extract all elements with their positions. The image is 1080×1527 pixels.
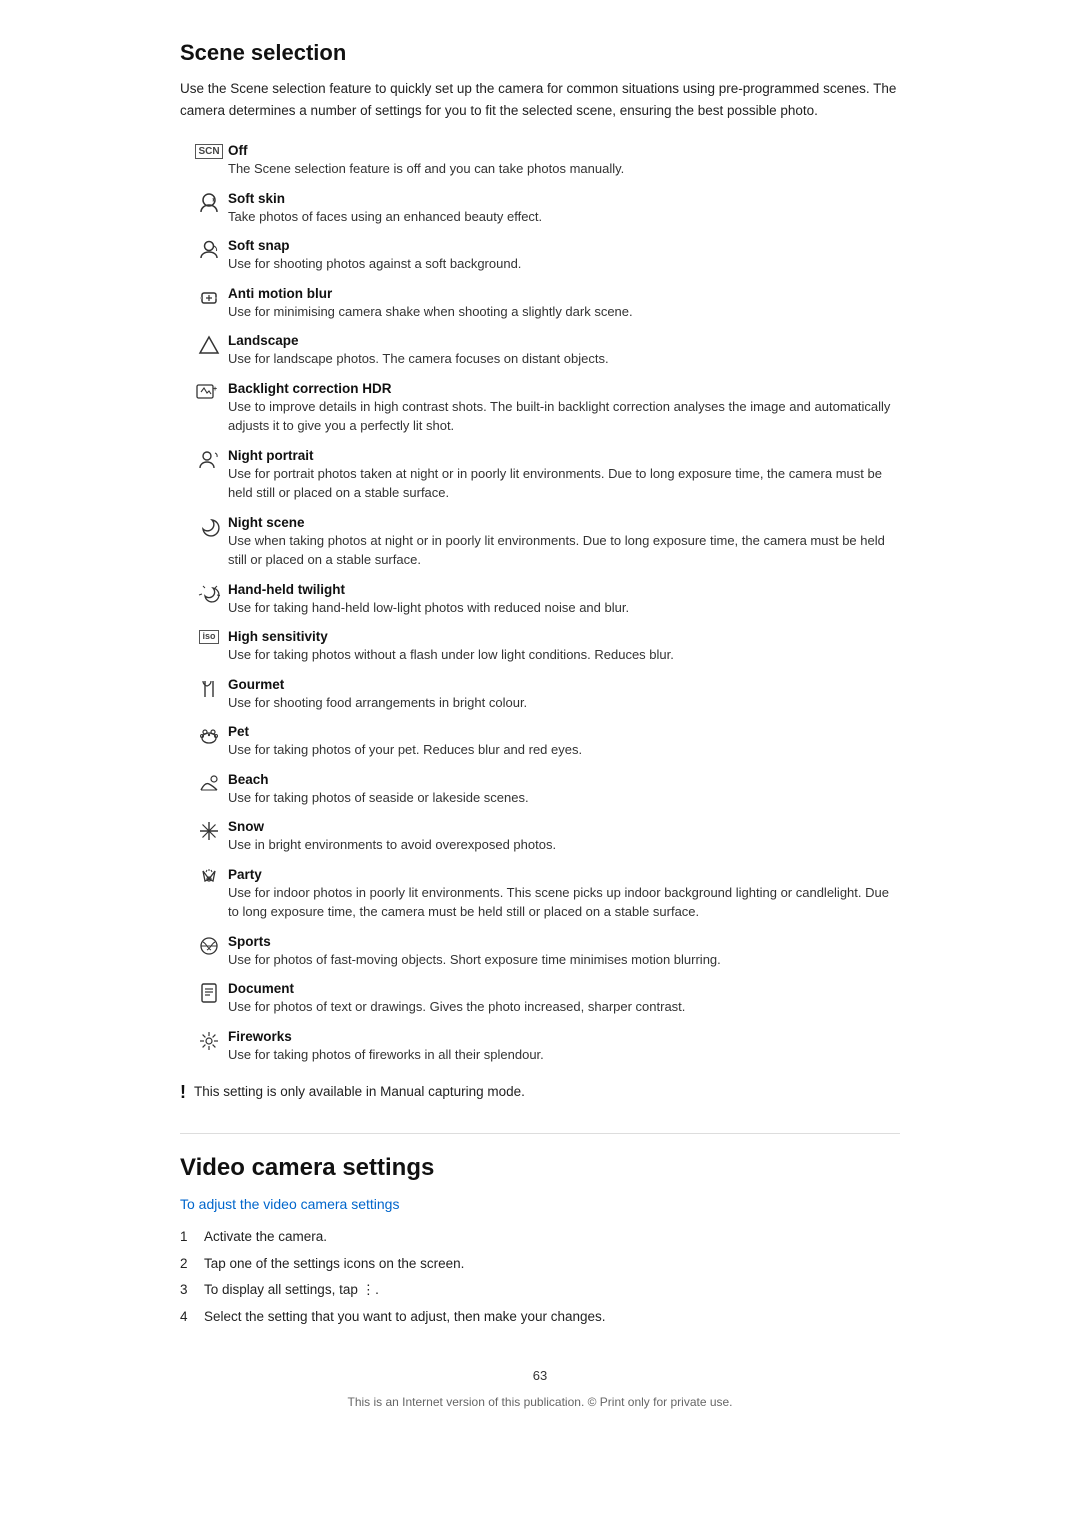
pet-icon xyxy=(190,724,228,747)
scene-item-iso: iso High sensitivity Use for taking phot… xyxy=(190,629,900,665)
scene-desc-pet: Use for taking photos of your pet. Reduc… xyxy=(228,740,900,760)
scene-name-iso: High sensitivity xyxy=(228,629,900,644)
step-number-1: 1 xyxy=(180,1226,196,1248)
page-number: 63 xyxy=(180,1368,900,1383)
note-icon: ! xyxy=(180,1082,186,1103)
step-2: 2 Tap one of the settings icons on the s… xyxy=(180,1253,900,1275)
step-4: 4 Select the setting that you want to ad… xyxy=(180,1306,900,1328)
scene-name-gourmet: Gourmet xyxy=(228,677,900,692)
step-number-2: 2 xyxy=(180,1253,196,1275)
scene-desc-off: The Scene selection feature is off and y… xyxy=(228,159,900,179)
scene-item-snow: Snow Use in bright environments to avoid… xyxy=(190,819,900,855)
scene-desc-party: Use for indoor photos in poorly lit envi… xyxy=(228,883,900,922)
scene-name-twilight: Hand-held twilight xyxy=(228,582,900,597)
note-row: ! This setting is only available in Manu… xyxy=(180,1082,900,1103)
scene-name-hdr: Backlight correction HDR xyxy=(228,381,900,396)
nightportrait-icon xyxy=(190,448,228,471)
antiblur-icon xyxy=(190,286,228,309)
scene-desc-softsnap: Use for shooting photos against a soft b… xyxy=(228,254,900,274)
scene-item-twilight: Hand-held twilight Use for taking hand-h… xyxy=(190,582,900,618)
step-text-4: Select the setting that you want to adju… xyxy=(204,1306,606,1328)
scene-item-gourmet: Gourmet Use for shooting food arrangemen… xyxy=(190,677,900,713)
scene-desc-antiblur: Use for minimising camera shake when sho… xyxy=(228,302,900,322)
scene-item-pet: Pet Use for taking photos of your pet. R… xyxy=(190,724,900,760)
document-icon xyxy=(190,981,228,1004)
scene-name-sports: Sports xyxy=(228,934,900,949)
scene-desc-beach: Use for taking photos of seaside or lake… xyxy=(228,788,900,808)
scene-item-party: Party Use for indoor photos in poorly li… xyxy=(190,867,900,922)
scene-item-document: Document Use for photos of text or drawi… xyxy=(190,981,900,1017)
scene-name-landscape: Landscape xyxy=(228,333,900,348)
step-3: 3 To display all settings, tap ⋮. xyxy=(180,1279,900,1301)
scene-desc-landscape: Use for landscape photos. The camera foc… xyxy=(228,349,900,369)
scene-desc-softkin: Take photos of faces using an enhanced b… xyxy=(228,207,900,227)
twilight-icon xyxy=(190,582,228,605)
page-container: Scene selection Use the Scene selection … xyxy=(160,0,920,1469)
hdr-icon: + xyxy=(190,381,228,404)
scene-item-fireworks: Fireworks Use for taking photos of firew… xyxy=(190,1029,900,1065)
scene-item-sports: Sports Use for photos of fast-moving obj… xyxy=(190,934,900,970)
step-number-4: 4 xyxy=(180,1306,196,1328)
step-text-1: Activate the camera. xyxy=(204,1226,327,1248)
video-settings-link[interactable]: To adjust the video camera settings xyxy=(180,1196,900,1212)
scene-name-pet: Pet xyxy=(228,724,900,739)
scene-item-softsnap: Soft snap Use for shooting photos agains… xyxy=(190,238,900,274)
scene-name-snow: Snow xyxy=(228,819,900,834)
section-divider xyxy=(180,1133,900,1134)
step-text-3: To display all settings, tap ⋮. xyxy=(204,1279,379,1301)
scene-name-off: Off xyxy=(228,143,900,158)
scene-name-document: Document xyxy=(228,981,900,996)
scene-name-softsnap: Soft snap xyxy=(228,238,900,253)
scene-name-antiblur: Anti motion blur xyxy=(228,286,900,301)
scene-desc-gourmet: Use for shooting food arrangements in br… xyxy=(228,693,900,713)
party-icon xyxy=(190,867,228,890)
scene-desc-nightportrait: Use for portrait photos taken at night o… xyxy=(228,464,900,503)
scene-desc-iso: Use for taking photos without a flash un… xyxy=(228,645,900,665)
scene-item-hdr: + Backlight correction HDR Use to improv… xyxy=(190,381,900,436)
page-footer: 63 This is an Internet version of this p… xyxy=(180,1368,900,1429)
scene-name-nightportrait: Night portrait xyxy=(228,448,900,463)
video-steps-list: 1 Activate the camera. 2 Tap one of the … xyxy=(180,1226,900,1327)
scene-desc-fireworks: Use for taking photos of fireworks in al… xyxy=(228,1045,900,1065)
scene-desc-hdr: Use to improve details in high contrast … xyxy=(228,397,900,436)
nightscene-icon xyxy=(190,515,228,538)
scene-desc-nightscene: Use when taking photos at night or in po… xyxy=(228,531,900,570)
fireworks-icon xyxy=(190,1029,228,1052)
scene-item-landscape: Landscape Use for landscape photos. The … xyxy=(190,333,900,369)
scene-item-beach: Beach Use for taking photos of seaside o… xyxy=(190,772,900,808)
scene-item-softkin: Soft skin Take photos of faces using an … xyxy=(190,191,900,227)
scene-name-beach: Beach xyxy=(228,772,900,787)
scene-desc-snow: Use in bright environments to avoid over… xyxy=(228,835,900,855)
scn-icon: SCN xyxy=(190,143,228,159)
footer-note: This is an Internet version of this publ… xyxy=(180,1395,900,1409)
iso-icon: iso xyxy=(190,629,228,644)
scene-item-nightscene: Night scene Use when taking photos at ni… xyxy=(190,515,900,570)
scene-desc-document: Use for photos of text or drawings. Give… xyxy=(228,997,900,1017)
scene-desc-sports: Use for photos of fast-moving objects. S… xyxy=(228,950,900,970)
svg-text:+: + xyxy=(213,386,217,393)
step-number-3: 3 xyxy=(180,1279,196,1301)
scene-item-antiblur: Anti motion blur Use for minimising came… xyxy=(190,286,900,322)
gourmet-icon xyxy=(190,677,228,700)
scene-selection-title: Scene selection xyxy=(180,40,900,66)
step-text-2: Tap one of the settings icons on the scr… xyxy=(204,1253,464,1275)
note-text: This setting is only available in Manual… xyxy=(194,1082,525,1102)
scene-item-off: SCN Off The Scene selection feature is o… xyxy=(190,143,900,179)
scene-item-nightportrait: Night portrait Use for portrait photos t… xyxy=(190,448,900,503)
sports-icon xyxy=(190,934,228,957)
softkin-icon xyxy=(190,191,228,214)
video-section-title: Video camera settings xyxy=(180,1154,900,1182)
step-1: 1 Activate the camera. xyxy=(180,1226,900,1248)
scene-name-nightscene: Night scene xyxy=(228,515,900,530)
scene-desc-twilight: Use for taking hand-held low-light photo… xyxy=(228,598,900,618)
beach-icon xyxy=(190,772,228,795)
landscape-icon xyxy=(190,333,228,356)
scene-selection-intro: Use the Scene selection feature to quick… xyxy=(180,78,900,121)
scene-name-fireworks: Fireworks xyxy=(228,1029,900,1044)
scene-name-party: Party xyxy=(228,867,900,882)
snow-icon xyxy=(190,819,228,842)
scene-list: SCN Off The Scene selection feature is o… xyxy=(190,143,900,1064)
scene-name-softkin: Soft skin xyxy=(228,191,900,206)
softsnap-icon xyxy=(190,238,228,261)
